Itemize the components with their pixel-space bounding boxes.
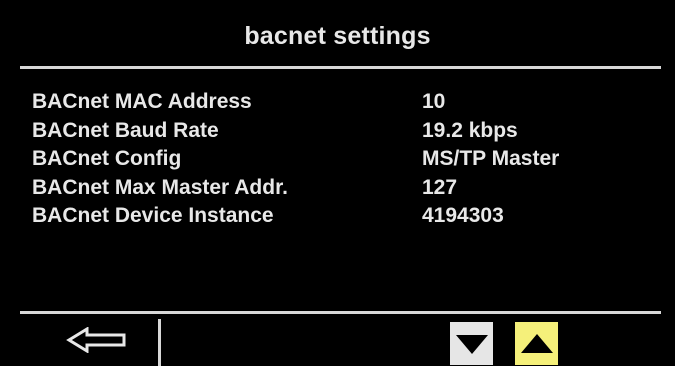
title-divider [20,66,661,69]
setting-label: BACnet MAC Address [32,90,252,113]
setting-value: MS/TP Master [422,147,560,170]
footer-divider [20,311,661,314]
setting-label: BACnet Device Instance [32,204,274,227]
setting-label: BACnet Baud Rate [32,118,219,142]
triangle-up-icon [520,333,553,353]
back-button[interactable] [60,321,134,359]
scroll-down-button[interactable] [450,322,493,365]
triangle-down-icon [455,334,488,354]
setting-value: 10 [422,90,446,113]
page-title: bacnet settings [244,22,431,50]
scroll-up-button[interactable] [515,322,558,365]
left-arrow-outline-icon [66,327,126,353]
setting-label: BACnet Config [32,147,182,170]
setting-label: BACnet Max Master Addr. [32,175,288,199]
footer-separator [158,319,161,366]
setting-value: 4194303 [422,204,504,227]
setting-value: 19.2 kbps [422,118,518,142]
setting-value: 127 [422,175,458,199]
